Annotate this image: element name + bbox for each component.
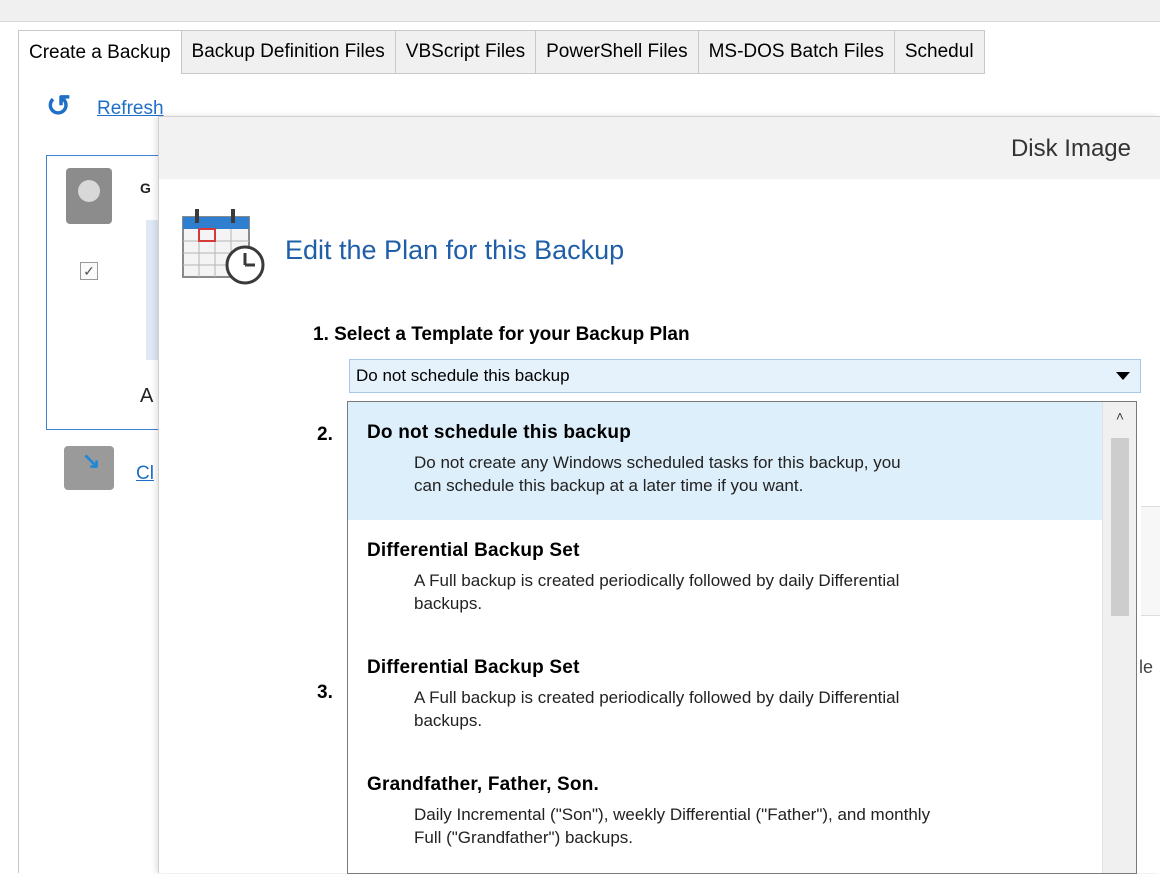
tab-backup-definition-files[interactable]: Backup Definition Files (181, 30, 396, 74)
option-description-line: A Full backup is created periodically fo… (414, 571, 900, 590)
option-description: A Full backup is created periodically fo… (414, 569, 1102, 615)
option-description-line: Daily Incremental ("Son"), weekly Differ… (414, 805, 931, 824)
tab-vbscript-files[interactable]: VBScript Files (395, 30, 537, 74)
option-description-line: backups. (414, 711, 483, 730)
clone-arrow-icon: ↘ (82, 448, 101, 473)
option-description-line: Full ("Grandfather") backups. (414, 828, 633, 847)
hard-disk-icon (66, 168, 112, 224)
option-title: Grandfather, Father, Son. (367, 774, 599, 795)
step1-label: 1. Select a Template for your Backup Pla… (313, 324, 690, 345)
hidden-right-panel (1141, 506, 1160, 616)
step2-label: 2. (317, 424, 333, 445)
template-option[interactable]: Do not schedule this backup Do not creat… (348, 402, 1102, 520)
template-dropdown-list: Do not schedule this backup Do not creat… (347, 401, 1137, 874)
template-dropdown-value: Do not schedule this backup (356, 366, 570, 385)
dialog-titlebar: Disk Image (159, 117, 1160, 179)
option-title: Do not schedule this backup (367, 422, 632, 443)
disk-panel-label-partial: G (140, 180, 151, 196)
tab-ms-dos-batch-files[interactable]: MS-DOS Batch Files (698, 30, 895, 74)
scroll-up-arrow-icon[interactable]: ˄ (1103, 402, 1136, 430)
dropdown-arrow-icon[interactable] (1116, 372, 1130, 380)
template-option[interactable]: Differential Backup Set A Full backup is… (348, 540, 1102, 652)
disk-select-checkbox[interactable]: ✓ (80, 262, 98, 280)
option-description-line: A Full backup is created periodically fo… (414, 688, 900, 707)
disk-panel-text-partial: A (140, 385, 154, 407)
window-top-strip (0, 0, 1160, 22)
option-description-line: Do not create any Windows scheduled task… (414, 453, 901, 472)
template-option[interactable]: Differential Backup Set A Full backup is… (348, 657, 1102, 769)
scroll-thumb[interactable] (1111, 438, 1129, 616)
dialog-title: Disk Image (1010, 135, 1131, 162)
option-description-line: backups. (414, 594, 483, 613)
refresh-link[interactable]: Refresh (97, 98, 164, 120)
tab-schedule[interactable]: Schedul (894, 30, 985, 74)
option-title: Differential Backup Set (367, 540, 580, 561)
template-option[interactable]: Grandfather, Father, Son. Daily Incremen… (348, 774, 1102, 873)
main-tab-bar: Create a Backup Backup Definition Files … (18, 30, 985, 76)
option-title: Differential Backup Set (367, 657, 580, 678)
tab-create-a-backup[interactable]: Create a Backup (18, 30, 182, 76)
disk-image-dialog: Disk Image Edit the Plan for this Backup… (158, 116, 1160, 874)
step3-label: 3. (317, 682, 333, 703)
option-description: Daily Incremental ("Son"), weekly Differ… (414, 803, 1102, 849)
template-dropdown[interactable]: Do not schedule this backup (349, 359, 1141, 393)
option-description: Do not create any Windows scheduled task… (414, 451, 1102, 497)
clone-link-partial[interactable]: Cl (136, 463, 154, 485)
plan-heading: Edit the Plan for this Backup (285, 235, 625, 265)
refresh-icon[interactable]: ↺ (46, 92, 76, 122)
tab-powershell-files[interactable]: PowerShell Files (536, 30, 699, 74)
option-description: A Full backup is created periodically fo… (414, 686, 1102, 732)
dropdown-scrollbar[interactable]: ˄ (1102, 402, 1136, 873)
right-text-fragment: le (1139, 657, 1154, 677)
option-description-line: can schedule this backup at a later time… (414, 476, 804, 495)
calendar-clock-icon (182, 209, 265, 285)
